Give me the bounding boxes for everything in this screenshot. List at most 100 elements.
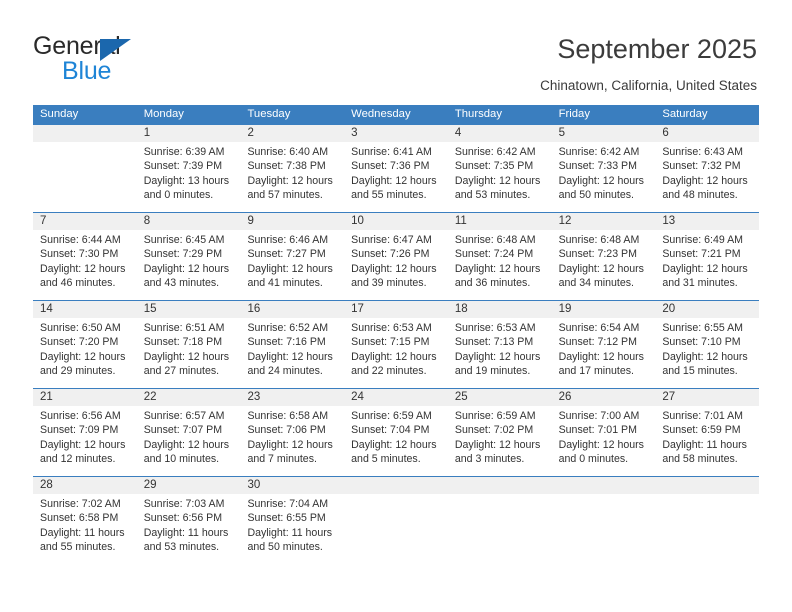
sunrise-text: Sunrise: 6:59 AM (454, 410, 536, 422)
daylight-text-line2: and 57 minutes. (247, 189, 323, 202)
day-number[interactable]: 23 (240, 389, 344, 406)
week-row: 14 15 16 17 18 19 20 Sunrise: 6:50 AM Su… (33, 300, 759, 388)
page-header: General Blue September 2025 Chinatown, C… (0, 0, 792, 100)
day-number[interactable]: 5 (552, 125, 656, 142)
day-cell[interactable]: Sunrise: 6:39 AM Sunset: 7:39 PM Dayligh… (137, 142, 241, 212)
day-cell[interactable]: Sunrise: 6:40 AM Sunset: 7:38 PM Dayligh… (240, 142, 344, 212)
day-number[interactable]: 18 (448, 301, 552, 318)
sunrise-text: Sunrise: 6:47 AM (351, 234, 432, 246)
day-number[interactable]: 21 (33, 389, 137, 406)
day-number[interactable]: 29 (137, 477, 241, 494)
day-cell[interactable]: Sunrise: 6:50 AM Sunset: 7:20 PM Dayligh… (33, 318, 137, 388)
daylight-text-line1: Daylight: 11 hours (40, 526, 125, 539)
day-cell[interactable]: Sunrise: 6:53 AM Sunset: 7:15 PM Dayligh… (344, 318, 448, 388)
sunset-text: Sunset: 7:16 PM (247, 336, 326, 349)
day-cell[interactable]: Sunrise: 6:57 AM Sunset: 7:07 PM Dayligh… (137, 406, 241, 476)
sunrise-text: Sunrise: 6:53 AM (351, 322, 432, 334)
day-number[interactable]: 9 (240, 213, 344, 230)
general-blue-logo[interactable]: General Blue (33, 32, 233, 86)
day-cell[interactable]: Sunrise: 6:42 AM Sunset: 7:35 PM Dayligh… (448, 142, 552, 212)
daylight-text-line1: Daylight: 12 hours (351, 350, 437, 363)
day-cell[interactable]: Sunrise: 6:43 AM Sunset: 7:32 PM Dayligh… (655, 142, 759, 212)
day-cell[interactable]: Sunrise: 6:59 AM Sunset: 7:02 PM Dayligh… (448, 406, 552, 476)
day-cell[interactable] (33, 142, 137, 212)
day-number[interactable]: 24 (344, 389, 448, 406)
day-cell[interactable]: Sunrise: 6:49 AM Sunset: 7:21 PM Dayligh… (655, 230, 759, 300)
sunrise-text: Sunrise: 7:03 AM (143, 498, 225, 510)
day-cell[interactable] (655, 494, 759, 568)
day-number[interactable]: 20 (655, 301, 759, 318)
day-cell[interactable]: Sunrise: 6:56 AM Sunset: 7:09 PM Dayligh… (33, 406, 137, 476)
day-number[interactable]: 11 (448, 213, 552, 230)
day-number[interactable]: 15 (137, 301, 241, 318)
day-number[interactable]: 2 (240, 125, 344, 142)
day-number[interactable]: 19 (552, 301, 656, 318)
sunrise-text: Sunrise: 6:39 AM (143, 146, 225, 158)
day-cell[interactable]: Sunrise: 6:51 AM Sunset: 7:18 PM Dayligh… (137, 318, 241, 388)
daylight-text-line1: Daylight: 12 hours (247, 438, 333, 451)
day-number[interactable]: 30 (240, 477, 344, 494)
daylight-text-line1: Daylight: 12 hours (454, 262, 541, 275)
day-cell[interactable]: Sunrise: 7:04 AM Sunset: 6:55 PM Dayligh… (240, 494, 344, 568)
day-number[interactable]: 16 (240, 301, 344, 318)
sunrise-text: Sunrise: 7:02 AM (40, 498, 121, 510)
day-cell[interactable]: Sunrise: 6:42 AM Sunset: 7:33 PM Dayligh… (552, 142, 656, 212)
day-cell[interactable]: Sunrise: 7:00 AM Sunset: 7:01 PM Dayligh… (552, 406, 656, 476)
day-cell[interactable]: Sunrise: 6:41 AM Sunset: 7:36 PM Dayligh… (344, 142, 448, 212)
daylight-text-line1: Daylight: 12 hours (40, 438, 126, 451)
day-number[interactable]: 25 (448, 389, 552, 406)
day-number[interactable] (655, 477, 759, 494)
day-cell[interactable]: Sunrise: 6:44 AM Sunset: 7:30 PM Dayligh… (33, 230, 137, 300)
day-number[interactable]: 1 (137, 125, 241, 142)
day-number[interactable]: 14 (33, 301, 137, 318)
day-number[interactable]: 3 (344, 125, 448, 142)
daylight-text-line1: Daylight: 12 hours (454, 174, 541, 187)
day-cell[interactable] (344, 494, 448, 568)
day-number[interactable]: 8 (137, 213, 241, 230)
day-number[interactable] (33, 125, 137, 142)
day-cell[interactable]: Sunrise: 6:48 AM Sunset: 7:23 PM Dayligh… (552, 230, 656, 300)
sunrise-text: Sunrise: 6:50 AM (40, 322, 121, 334)
weekday-tuesday: Tuesday (247, 108, 291, 120)
day-number[interactable] (344, 477, 448, 494)
day-number[interactable]: 12 (552, 213, 656, 230)
day-cell[interactable]: Sunrise: 6:45 AM Sunset: 7:29 PM Dayligh… (137, 230, 241, 300)
day-cell[interactable] (552, 494, 656, 568)
daylight-text-line2: and 50 minutes. (247, 541, 323, 554)
day-number[interactable]: 22 (137, 389, 241, 406)
daylight-text-line1: Daylight: 12 hours (40, 350, 126, 363)
day-cell[interactable]: Sunrise: 7:02 AM Sunset: 6:58 PM Dayligh… (33, 494, 137, 568)
sunset-text: Sunset: 7:26 PM (351, 248, 430, 261)
day-number[interactable]: 6 (655, 125, 759, 142)
day-number[interactable]: 17 (344, 301, 448, 318)
day-number[interactable] (448, 477, 552, 494)
day-cell[interactable]: Sunrise: 7:01 AM Sunset: 6:59 PM Dayligh… (655, 406, 759, 476)
day-cell[interactable]: Sunrise: 6:46 AM Sunset: 7:27 PM Dayligh… (240, 230, 344, 300)
day-cell[interactable]: Sunrise: 6:54 AM Sunset: 7:12 PM Dayligh… (552, 318, 656, 388)
day-cell[interactable]: Sunrise: 6:58 AM Sunset: 7:06 PM Dayligh… (240, 406, 344, 476)
logo-text-blue: Blue (62, 57, 112, 85)
day-number[interactable]: 10 (344, 213, 448, 230)
day-number[interactable]: 13 (655, 213, 759, 230)
day-number[interactable]: 28 (33, 477, 137, 494)
daylight-text-line2: and 41 minutes. (247, 277, 323, 290)
day-number[interactable]: 26 (552, 389, 656, 406)
daylight-text-line1: Daylight: 12 hours (662, 350, 748, 363)
day-number[interactable] (552, 477, 656, 494)
day-cell[interactable]: Sunrise: 6:59 AM Sunset: 7:04 PM Dayligh… (344, 406, 448, 476)
sunrise-text: Sunrise: 7:04 AM (247, 498, 329, 510)
day-cell[interactable]: Sunrise: 6:48 AM Sunset: 7:24 PM Dayligh… (448, 230, 552, 300)
sunset-text: Sunset: 6:55 PM (247, 512, 326, 525)
day-number[interactable]: 4 (448, 125, 552, 142)
day-cell[interactable]: Sunrise: 6:53 AM Sunset: 7:13 PM Dayligh… (448, 318, 552, 388)
day-cell[interactable]: Sunrise: 6:47 AM Sunset: 7:26 PM Dayligh… (344, 230, 448, 300)
day-cell[interactable]: Sunrise: 6:52 AM Sunset: 7:16 PM Dayligh… (240, 318, 344, 388)
day-cell[interactable]: Sunrise: 7:03 AM Sunset: 6:56 PM Dayligh… (137, 494, 241, 568)
day-number[interactable]: 27 (655, 389, 759, 406)
day-cell[interactable]: Sunrise: 6:55 AM Sunset: 7:10 PM Dayligh… (655, 318, 759, 388)
day-cell[interactable] (448, 494, 552, 568)
week-body: Sunrise: 6:39 AM Sunset: 7:39 PM Dayligh… (33, 142, 759, 212)
day-number[interactable]: 7 (33, 213, 137, 230)
sunset-text: Sunset: 7:38 PM (247, 160, 326, 173)
sunset-text: Sunset: 6:56 PM (143, 512, 223, 525)
